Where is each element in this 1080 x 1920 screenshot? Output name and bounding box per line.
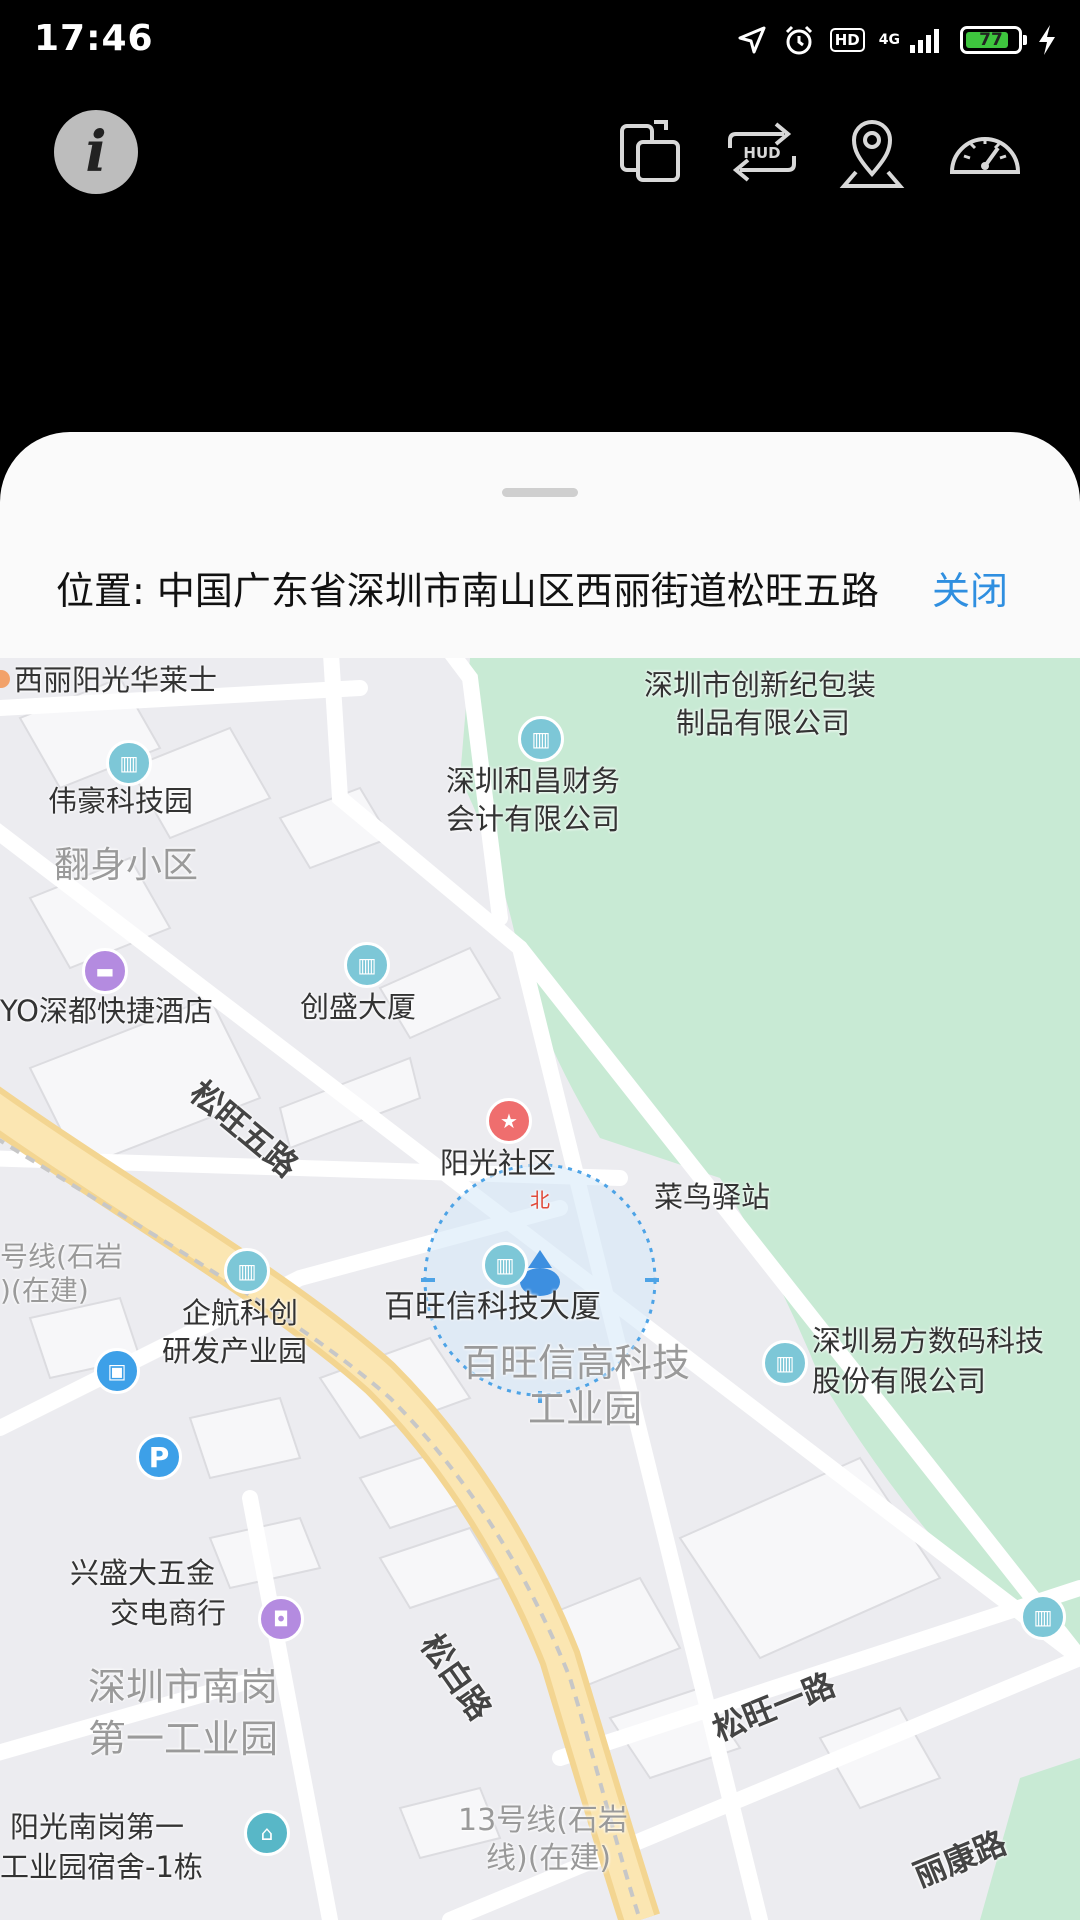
map-label: 百旺信科技大厦	[384, 1289, 601, 1325]
map-area-label: 工业园	[528, 1387, 643, 1431]
map-label: 企航科创	[182, 1296, 299, 1330]
map-label: 深圳易方数码科技	[812, 1324, 1045, 1358]
drag-handle[interactable]	[502, 488, 578, 497]
map-area-label: 深圳市南岗	[88, 1665, 279, 1709]
map-label: )(在建)	[0, 1274, 89, 1307]
map-label: 阳光南岗第一	[10, 1810, 185, 1844]
building-icon[interactable]: ▥	[224, 1248, 270, 1294]
building-icon[interactable]: ▥	[482, 1242, 528, 1288]
alarm-icon	[785, 25, 812, 55]
location-pin-icon[interactable]	[834, 112, 910, 192]
network-type: 4G	[878, 32, 900, 48]
building-icon[interactable]: ▥	[518, 716, 564, 762]
screen-switch-icon[interactable]	[614, 116, 686, 188]
map-label: 西丽阳光华莱士	[14, 663, 218, 697]
map-label: 研发产业园	[162, 1334, 308, 1368]
map-label: 创盛大厦	[300, 990, 417, 1024]
speedometer-icon[interactable]	[944, 120, 1026, 184]
map-label: 阳光社区	[440, 1146, 557, 1180]
map-area-label: 翻身小区	[54, 845, 199, 886]
building-icon[interactable]: ▥	[762, 1340, 808, 1386]
map-label: 深圳和昌财务	[446, 764, 621, 798]
building-icon[interactable]: ▥	[106, 740, 152, 786]
location-address: 位置: 中国广东省深圳市南山区西丽街道松旺五路	[56, 569, 879, 613]
hud-label: HUD	[743, 144, 780, 162]
map-label: 伟豪科技园	[48, 784, 194, 818]
bus-stop-icon[interactable]: ▣	[94, 1348, 140, 1394]
battery-level: 77	[979, 30, 1003, 50]
building-icon[interactable]: ▥	[344, 942, 390, 988]
map-label: 工业园宿舍-1栋	[0, 1850, 203, 1884]
map-label: 制品有限公司	[676, 706, 851, 740]
shop-bag-icon[interactable]: ◘	[258, 1596, 304, 1642]
map-label: 13号线(石岩	[458, 1803, 628, 1838]
community-star-icon[interactable]: ★	[486, 1098, 532, 1144]
status-bar: 17:46 HD 4G 77	[0, 0, 1080, 80]
building-icon[interactable]: ▥	[1020, 1594, 1066, 1640]
hotel-icon[interactable]: ▬	[82, 948, 128, 994]
parking-icon[interactable]: P	[136, 1434, 182, 1480]
hud-toggle-icon[interactable]: HUD	[722, 114, 802, 190]
map-label: 菜鸟驿站	[654, 1180, 771, 1214]
map-label: 号线(石岩	[0, 1240, 123, 1273]
map-label: 深圳市创新纪包装	[644, 668, 877, 702]
map-label: 线)(在建)	[486, 1841, 612, 1876]
map-label: YO深都快捷酒店	[0, 994, 213, 1028]
dormitory-icon[interactable]: ⌂	[244, 1810, 290, 1856]
status-icons: HD 4G 77	[736, 18, 1058, 62]
location-arrow-icon	[738, 26, 766, 54]
map-area-label: 第一工业园	[88, 1717, 279, 1761]
north-indicator: 北	[530, 1188, 550, 1212]
map-label: 会计有限公司	[446, 802, 621, 836]
location-row: 位置: 中国广东省深圳市南山区西丽街道松旺五路 关闭	[0, 560, 1080, 620]
signal-icon	[910, 29, 939, 53]
battery-icon: 77	[960, 26, 1027, 54]
close-button[interactable]: 关闭	[932, 560, 1008, 615]
map-label: 交电商行	[110, 1596, 227, 1630]
map-label: 兴盛大五金	[70, 1556, 216, 1590]
status-time: 17:46	[34, 18, 154, 59]
map-area-label: 百旺信高科技	[462, 1341, 691, 1385]
charging-icon	[1039, 25, 1055, 55]
map-label: 股份有限公司	[812, 1364, 987, 1398]
map-view[interactable]: ▥ ▥ ▥ ▥ ▥ ▥ ▥ ▬ ★ ▣ P ◘ ⌂ 西丽阳光华莱士 伟豪科技园 …	[0, 658, 1080, 1920]
hd-badge: HD	[829, 28, 865, 52]
info-button[interactable]: i	[54, 110, 138, 194]
